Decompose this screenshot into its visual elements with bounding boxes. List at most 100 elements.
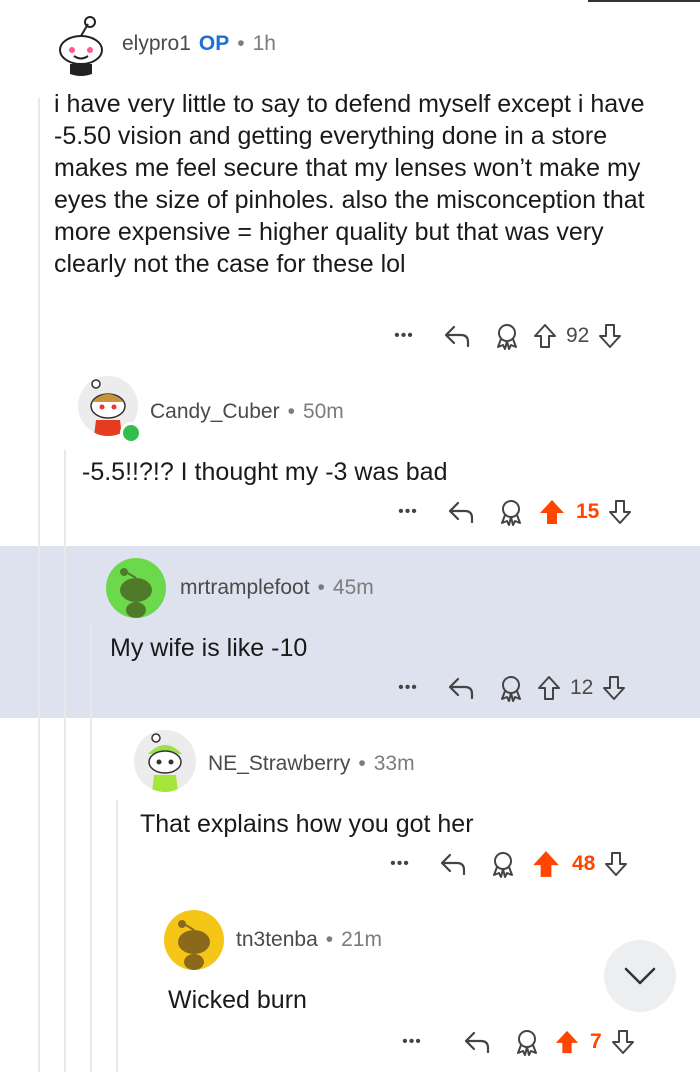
award-button[interactable] bbox=[480, 850, 526, 878]
upvote-button[interactable] bbox=[550, 1029, 584, 1055]
reply-icon bbox=[448, 677, 474, 700]
avatar-tn3tenba[interactable] bbox=[164, 910, 224, 970]
upvote-arrow-icon bbox=[538, 676, 560, 700]
more-options-button[interactable]: ••• bbox=[388, 503, 428, 521]
vote-count: 48 bbox=[572, 852, 596, 875]
thread-line-level-2 bbox=[64, 450, 66, 1072]
avatar-mrtramplefoot[interactable] bbox=[106, 558, 166, 618]
comment-body: -5.5!!?!? I thought my -3 was bad bbox=[82, 458, 448, 486]
separator-dot: • bbox=[237, 32, 245, 55]
more-options-label: ••• bbox=[398, 503, 418, 520]
downvote-arrow-icon bbox=[609, 500, 632, 524]
timestamp: 45m bbox=[332, 576, 374, 599]
downvote-arrow-icon bbox=[599, 324, 622, 348]
reply-icon bbox=[440, 853, 466, 876]
more-options-label: ••• bbox=[402, 1033, 422, 1050]
comment-body: i have very little to say to defend myse… bbox=[54, 90, 645, 278]
comment-header: elypro1 OP • 1h bbox=[122, 32, 276, 56]
upvote-arrow-icon bbox=[555, 1030, 579, 1054]
downvote-button[interactable] bbox=[605, 499, 635, 525]
op-badge: OP bbox=[198, 32, 230, 55]
award-button[interactable] bbox=[484, 322, 530, 350]
comment-body: That explains how you got her bbox=[140, 810, 474, 838]
chevron-down-icon bbox=[624, 967, 656, 985]
reply-button[interactable] bbox=[434, 498, 488, 526]
upvote-arrow-icon bbox=[534, 324, 556, 348]
more-options-button[interactable]: ••• bbox=[384, 327, 424, 345]
timestamp: 33m bbox=[373, 752, 415, 775]
more-options-label: ••• bbox=[398, 679, 418, 696]
reply-icon bbox=[448, 501, 474, 524]
username[interactable]: mrtramplefoot bbox=[180, 576, 310, 599]
award-button[interactable] bbox=[488, 674, 534, 702]
snoo-avatar-icon bbox=[178, 920, 210, 970]
more-options-button[interactable]: ••• bbox=[380, 855, 420, 873]
reply-button[interactable] bbox=[426, 850, 480, 878]
thread-line-level-1 bbox=[38, 98, 40, 1072]
upvote-arrow-icon bbox=[540, 500, 564, 524]
more-options-label: ••• bbox=[394, 327, 414, 344]
downvote-button[interactable] bbox=[599, 675, 629, 701]
award-button[interactable] bbox=[504, 1028, 550, 1056]
upvote-button[interactable] bbox=[534, 675, 564, 701]
reply-icon bbox=[464, 1031, 490, 1054]
username[interactable]: elypro1 bbox=[122, 32, 191, 55]
vote-count: 15 bbox=[576, 500, 600, 523]
top-edge-bar bbox=[588, 0, 700, 2]
downvote-arrow-icon bbox=[605, 852, 628, 876]
more-options-label: ••• bbox=[390, 855, 410, 872]
avatar-elypro1[interactable] bbox=[50, 14, 112, 76]
more-options-button[interactable]: ••• bbox=[388, 679, 428, 697]
avatar-ne-strawberry[interactable] bbox=[134, 730, 196, 792]
vote-count: 92 bbox=[566, 324, 590, 347]
upvote-button[interactable] bbox=[534, 498, 570, 526]
separator-dot: • bbox=[358, 752, 366, 775]
comment-actions: ••• 12 bbox=[388, 670, 678, 706]
award-icon bbox=[501, 500, 521, 526]
downvote-button[interactable] bbox=[595, 323, 625, 349]
online-status-indicator bbox=[120, 422, 142, 444]
upvote-button[interactable] bbox=[530, 323, 560, 349]
downvote-button[interactable] bbox=[601, 851, 631, 877]
reply-button[interactable] bbox=[434, 674, 488, 702]
downvote-arrow-icon bbox=[611, 1030, 634, 1054]
username[interactable]: tn3tenba bbox=[236, 928, 318, 951]
separator-dot: • bbox=[287, 400, 295, 423]
thread-line-level-3 bbox=[90, 624, 92, 1072]
separator-dot: • bbox=[317, 576, 325, 599]
more-options-button[interactable]: ••• bbox=[392, 1033, 432, 1051]
snoo-avatar-icon bbox=[120, 568, 152, 618]
comment-actions: ••• 7 bbox=[392, 1024, 680, 1060]
comment-header: NE_Strawberry • 33m bbox=[208, 752, 415, 776]
collapse-button[interactable] bbox=[604, 940, 676, 1012]
comment-body: Wicked burn bbox=[168, 986, 307, 1014]
award-icon bbox=[493, 852, 513, 878]
comment-actions: ••• 15 bbox=[388, 494, 678, 530]
reply-button[interactable] bbox=[450, 1028, 504, 1056]
award-icon bbox=[497, 324, 517, 350]
comment-actions: ••• 92 bbox=[384, 318, 674, 354]
award-icon bbox=[501, 676, 521, 702]
comment-header: Candy_Cuber • 50m bbox=[150, 400, 344, 424]
separator-dot: • bbox=[325, 928, 334, 951]
downvote-arrow-icon bbox=[603, 676, 626, 700]
upvote-arrow-icon bbox=[533, 851, 559, 877]
vote-count: 7 bbox=[590, 1030, 602, 1053]
snoo-avatar-icon bbox=[59, 16, 103, 76]
comment-header: mrtramplefoot • 45m bbox=[180, 576, 374, 600]
comment-actions: ••• 48 bbox=[380, 846, 680, 882]
upvote-button[interactable] bbox=[526, 849, 566, 879]
comment-header: tn3tenba • 21m bbox=[236, 928, 382, 952]
thread-line-level-4 bbox=[116, 800, 118, 1072]
reply-icon bbox=[444, 325, 470, 348]
reply-button[interactable] bbox=[430, 322, 484, 350]
downvote-button[interactable] bbox=[608, 1029, 638, 1055]
timestamp: 50m bbox=[302, 400, 344, 423]
snoo-avatar-icon bbox=[148, 733, 182, 792]
award-icon bbox=[517, 1030, 537, 1056]
username[interactable]: NE_Strawberry bbox=[208, 752, 350, 775]
username[interactable]: Candy_Cuber bbox=[150, 400, 280, 423]
timestamp: 1h bbox=[252, 32, 276, 55]
award-button[interactable] bbox=[488, 498, 534, 526]
comment-body: My wife is like -10 bbox=[110, 634, 308, 662]
